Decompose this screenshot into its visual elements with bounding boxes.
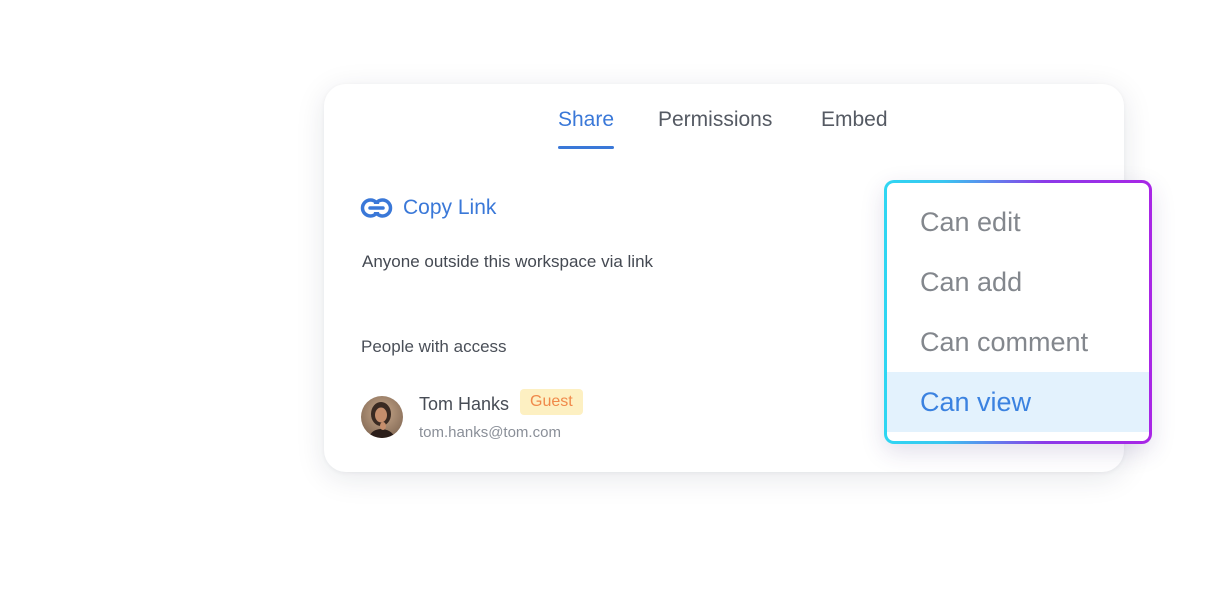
copy-link-button[interactable]: Copy Link [360, 196, 496, 220]
tab-bar: Share Permissions Embed [324, 108, 1124, 152]
tab-embed-label: Embed [821, 108, 888, 131]
permission-dropdown-menu: Can edit Can add Can comment Can view [887, 183, 1149, 441]
user-name: Tom Hanks [419, 394, 510, 414]
tab-permissions-label: Permissions [658, 108, 773, 131]
share-dialog-stage: Share Permissions Embed Copy Link Anyone… [0, 0, 1210, 600]
option-can-add[interactable]: Can add [887, 252, 1149, 312]
tab-share[interactable]: Share [558, 108, 615, 149]
permission-dropdown: Can edit Can add Can comment Can view [884, 180, 1152, 444]
link-icon [360, 198, 393, 218]
guest-badge: Guest [520, 389, 583, 415]
tab-embed[interactable]: Embed [821, 108, 888, 132]
avatar [361, 396, 403, 438]
option-can-comment[interactable]: Can comment [887, 312, 1149, 372]
copy-link-label: Copy Link [403, 196, 497, 219]
user-email: tom.hanks@tom.com [419, 424, 561, 441]
option-can-edit[interactable]: Can edit [887, 192, 1149, 252]
option-can-view[interactable]: Can view [887, 372, 1149, 432]
tab-permissions[interactable]: Permissions [658, 108, 772, 132]
link-access-description: Anyone outside this workspace via link [362, 252, 654, 271]
tab-share-label: Share [558, 108, 615, 131]
active-tab-underline [558, 146, 615, 149]
people-with-access-heading: People with access [361, 337, 507, 356]
